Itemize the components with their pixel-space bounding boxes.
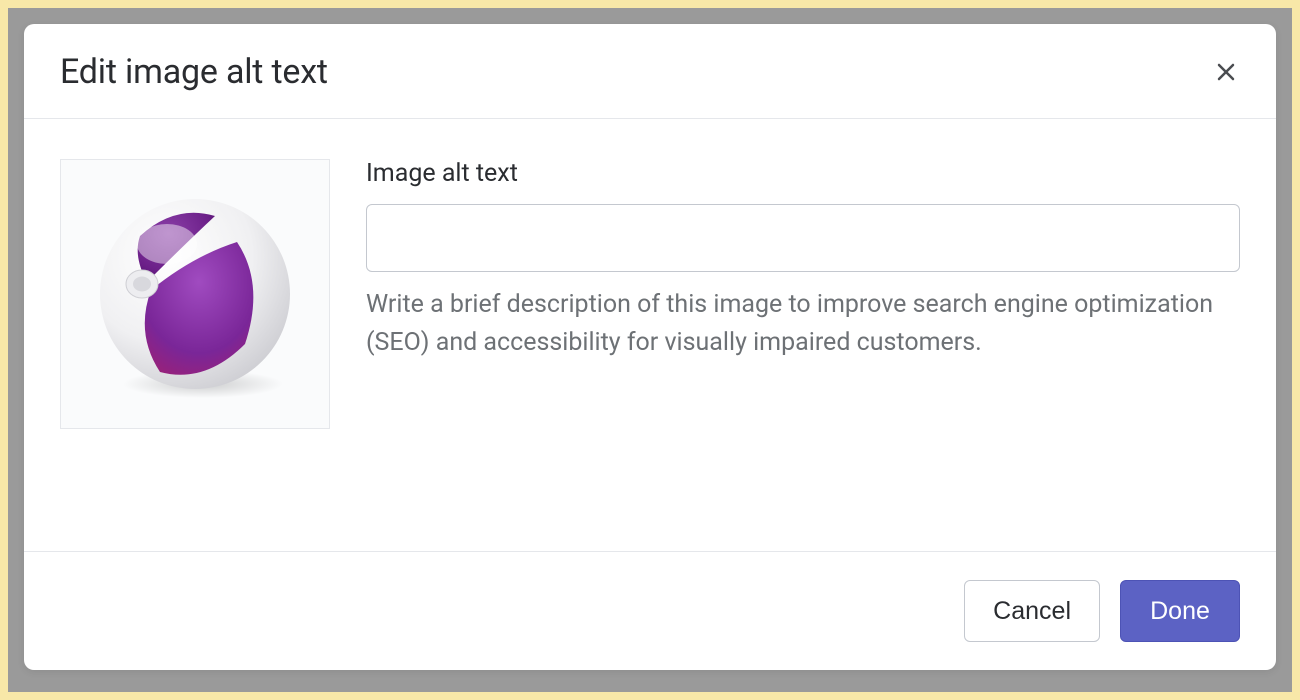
- cancel-button[interactable]: Cancel: [964, 580, 1100, 642]
- modal-footer: Cancel Done: [24, 551, 1276, 670]
- modal-header: Edit image alt text: [24, 24, 1276, 119]
- modal-title: Edit image alt text: [60, 52, 328, 92]
- close-icon[interactable]: [1212, 58, 1240, 86]
- alt-text-help: Write a brief description of this image …: [366, 286, 1240, 361]
- done-button[interactable]: Done: [1120, 580, 1240, 642]
- alt-text-input[interactable]: [366, 204, 1240, 272]
- beachball-image: [85, 184, 305, 404]
- edit-alt-text-modal: Edit image alt text: [24, 24, 1276, 670]
- alt-text-label: Image alt text: [366, 159, 1240, 188]
- form-section: Image alt text Write a brief description…: [366, 159, 1240, 521]
- image-preview: [60, 159, 330, 429]
- modal-body: Image alt text Write a brief description…: [24, 119, 1276, 551]
